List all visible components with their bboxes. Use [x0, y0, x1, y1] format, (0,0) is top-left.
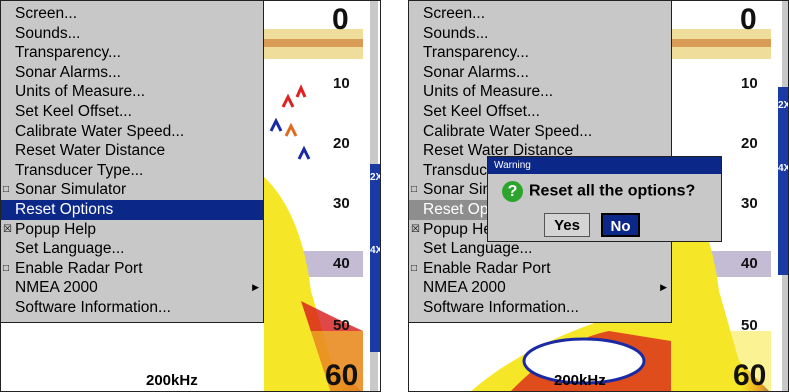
menu-item-calibrate-water-speed[interactable]: Calibrate Water Speed... — [409, 122, 671, 142]
depth-label-60: 60 — [325, 359, 359, 392]
menu-item-transparency[interactable]: Transparency... — [409, 43, 671, 63]
sonar-screen-left: 2X 4X 0 10 20 30 40 50 60 200kHz Screen.… — [0, 0, 381, 392]
menu-item-software-information[interactable]: Software Information... — [409, 298, 671, 318]
menu-item-screen[interactable]: Screen... — [1, 4, 263, 24]
menu-item-enable-radar-port[interactable]: □ Enable Radar Port — [1, 259, 263, 279]
menu-item-sonar-alarms[interactable]: Sonar Alarms... — [409, 63, 671, 83]
depth-label-10: 10 — [741, 75, 758, 92]
zoom-label-2x: 2X — [370, 172, 380, 183]
depth-label-50: 50 — [333, 317, 350, 334]
menu-item-transparency[interactable]: Transparency... — [1, 43, 263, 63]
depth-label-30: 30 — [741, 195, 758, 212]
depth-label-20: 20 — [741, 135, 758, 152]
menu-item-sonar-alarms[interactable]: Sonar Alarms... — [1, 63, 263, 83]
menu-item-sonar-simulator[interactable]: □ Sonar Simulator — [1, 180, 263, 200]
menu-item-set-language[interactable]: Set Language... — [409, 239, 671, 259]
zoom-label-4x: 4X — [370, 245, 380, 256]
menu-item-sounds[interactable]: Sounds... — [409, 24, 671, 44]
checkbox-unchecked-icon: □ — [3, 262, 10, 274]
menu-item-set-language[interactable]: Set Language... — [1, 239, 263, 259]
yes-button[interactable]: Yes — [544, 213, 590, 237]
menu-item-transducer-type[interactable]: Transducer Type... — [1, 161, 263, 181]
checkbox-unchecked-icon: □ — [411, 184, 418, 196]
depth-label-0: 0 — [332, 3, 349, 36]
depth-label-40: 40 — [333, 255, 350, 272]
menu-item-sounds[interactable]: Sounds... — [1, 24, 263, 44]
menu-item-set-keel-offset[interactable]: Set Keel Offset... — [1, 102, 263, 122]
menu-item-nmea-2000[interactable]: NMEA 2000 ▶ — [1, 278, 263, 298]
menu-item-popup-help[interactable]: ☒ Popup Help — [1, 220, 263, 240]
menu-item-calibrate-water-speed[interactable]: Calibrate Water Speed... — [1, 122, 263, 142]
zoom-bar — [778, 87, 788, 275]
menu-item-reset-water-distance[interactable]: Reset Water Distance — [1, 141, 263, 161]
question-icon: ? — [502, 181, 523, 202]
zoom-label-2x: 2X — [778, 100, 788, 111]
depth-label-30: 30 — [333, 195, 350, 212]
frequency-label: 200kHz — [554, 372, 606, 389]
depth-label-20: 20 — [333, 135, 350, 152]
sonar-screen-right: 2X 4X 0 10 20 30 40 50 60 200kHz Screen.… — [408, 0, 789, 392]
menu-item-nmea-2000[interactable]: NMEA 2000 ▶ — [409, 278, 671, 298]
menu-item-set-keel-offset[interactable]: Set Keel Offset... — [409, 102, 671, 122]
warning-dialog: Warning ? Reset all the options? Yes No — [487, 156, 722, 242]
depth-label-0: 0 — [740, 3, 757, 36]
checkbox-checked-icon: ☒ — [411, 223, 420, 235]
menu-item-units-of-measure[interactable]: Units of Measure... — [409, 82, 671, 102]
depth-label-10: 10 — [333, 75, 350, 92]
dialog-message: ? Reset all the options? — [502, 181, 695, 202]
depth-label-60: 60 — [733, 359, 767, 392]
menu-item-units-of-measure[interactable]: Units of Measure... — [1, 82, 263, 102]
zoom-bar — [370, 164, 380, 352]
menu-item-reset-options[interactable]: Reset Options — [1, 199, 263, 220]
no-button[interactable]: No — [601, 213, 640, 237]
checkbox-unchecked-icon: □ — [3, 184, 10, 196]
submenu-arrow-icon: ▶ — [660, 282, 667, 293]
depth-label-50: 50 — [741, 317, 758, 334]
dialog-title: Warning — [488, 157, 721, 174]
setup-menu: Screen... Sounds... Transparency... Sona… — [1, 1, 264, 323]
dialog-message-text: Reset all the options? — [529, 182, 696, 200]
menu-item-screen[interactable]: Screen... — [409, 4, 671, 24]
zoom-label-4x: 4X — [778, 163, 788, 174]
submenu-arrow-icon: ▶ — [252, 282, 259, 293]
checkbox-unchecked-icon: □ — [411, 262, 418, 274]
frequency-label: 200kHz — [146, 372, 198, 389]
checkbox-checked-icon: ☒ — [3, 223, 12, 235]
menu-item-software-information[interactable]: Software Information... — [1, 298, 263, 318]
depth-label-40: 40 — [741, 255, 758, 272]
menu-item-enable-radar-port[interactable]: □ Enable Radar Port — [409, 259, 671, 279]
